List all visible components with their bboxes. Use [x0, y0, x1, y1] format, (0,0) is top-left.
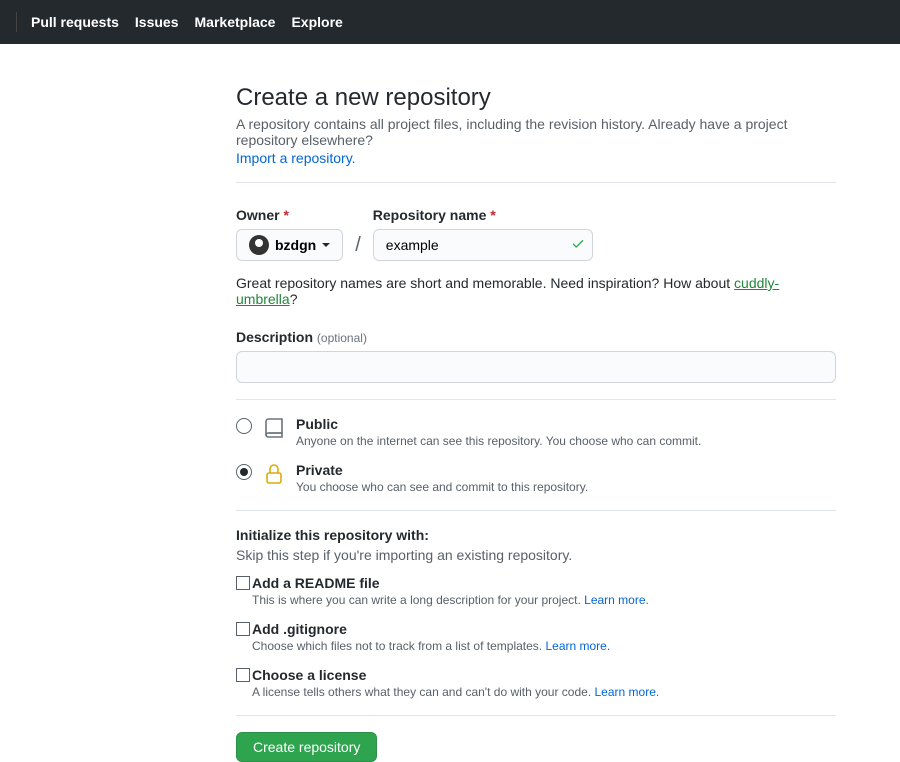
description-label-text: Description	[236, 329, 313, 345]
gitignore-label[interactable]: Add .gitignore	[252, 621, 347, 637]
name-hint: Great repository names are short and mem…	[236, 275, 836, 307]
owner-field: Owner * bzdgn	[236, 207, 343, 261]
gitignore-desc: Choose which files not to track from a l…	[252, 639, 836, 653]
avatar	[249, 235, 269, 255]
page-title: Create a new repository	[236, 84, 836, 112]
radio-private[interactable]	[236, 464, 252, 480]
nav-marketplace[interactable]: Marketplace	[195, 14, 276, 30]
license-desc: A license tells others what they can and…	[252, 685, 836, 699]
page-subtitle: A repository contains all project files,…	[236, 116, 836, 148]
gitignore-row: Add .gitignore Choose which files not to…	[236, 621, 836, 653]
license-desc-text: A license tells others what they can and…	[252, 685, 595, 699]
public-desc: Anyone on the internet can see this repo…	[296, 434, 701, 448]
readme-checkbox[interactable]	[236, 576, 250, 590]
repo-icon	[262, 416, 286, 440]
init-title: Initialize this repository with:	[236, 527, 836, 543]
divider	[236, 182, 836, 183]
required-star: *	[490, 207, 495, 223]
nav-pull-requests[interactable]: Pull requests	[31, 14, 119, 30]
description-label: Description (optional)	[236, 329, 836, 345]
public-title: Public	[296, 416, 701, 432]
owner-dropdown[interactable]: bzdgn	[236, 229, 343, 261]
description-input[interactable]	[236, 351, 836, 383]
private-title: Private	[296, 462, 588, 478]
license-row: Choose a license A license tells others …	[236, 667, 836, 699]
nav-explore[interactable]: Explore	[291, 14, 342, 30]
nav-issues[interactable]: Issues	[135, 14, 179, 30]
private-text: Private You choose who can see and commi…	[296, 462, 588, 494]
license-label[interactable]: Choose a license	[252, 667, 366, 683]
license-checkbox[interactable]	[236, 668, 250, 682]
owner-name: bzdgn	[275, 237, 316, 253]
visibility-public-row[interactable]: Public Anyone on the internet can see th…	[236, 416, 836, 448]
hint-prefix: Great repository names are short and mem…	[236, 275, 734, 291]
repo-name-label-text: Repository name	[373, 207, 487, 223]
public-text: Public Anyone on the internet can see th…	[296, 416, 701, 448]
divider	[236, 715, 836, 716]
hint-q: ?	[290, 291, 298, 307]
main-content: Create a new repository A repository con…	[228, 84, 844, 762]
readme-label[interactable]: Add a README file	[252, 575, 380, 591]
repo-name-input[interactable]	[373, 229, 593, 261]
lock-icon	[262, 462, 286, 486]
init-subtitle: Skip this step if you're importing an ex…	[236, 547, 836, 563]
repo-name-label: Repository name *	[373, 207, 593, 223]
nav-separator	[16, 12, 17, 32]
import-repository-link[interactable]: Import a repository.	[236, 150, 356, 166]
divider	[236, 510, 836, 511]
owner-label-text: Owner	[236, 207, 280, 223]
license-learn-more-link[interactable]: Learn more.	[595, 685, 660, 699]
chevron-down-icon	[322, 243, 330, 247]
gitignore-desc-text: Choose which files not to track from a l…	[252, 639, 545, 653]
repo-name-field: Repository name *	[373, 207, 593, 261]
subtitle-text: A repository contains all project files,…	[236, 116, 787, 148]
readme-row: Add a README file This is where you can …	[236, 575, 836, 607]
private-desc: You choose who can see and commit to thi…	[296, 480, 588, 494]
owner-repo-row: Owner * bzdgn / Repository name *	[236, 207, 836, 261]
readme-desc: This is where you can write a long descr…	[252, 593, 836, 607]
gitignore-checkbox[interactable]	[236, 622, 250, 636]
divider	[236, 399, 836, 400]
readme-learn-more-link[interactable]: Learn more.	[584, 593, 649, 607]
top-nav: Pull requests Issues Marketplace Explore	[0, 0, 900, 44]
optional-text: (optional)	[317, 331, 367, 345]
create-repository-button[interactable]: Create repository	[236, 732, 377, 762]
radio-public[interactable]	[236, 418, 252, 434]
slash-separator: /	[351, 234, 365, 261]
required-star: *	[283, 207, 288, 223]
visibility-private-row[interactable]: Private You choose who can see and commi…	[236, 462, 836, 494]
owner-label: Owner *	[236, 207, 343, 223]
check-icon	[571, 237, 585, 254]
repo-name-input-wrap	[373, 229, 593, 261]
readme-desc-text: This is where you can write a long descr…	[252, 593, 584, 607]
gitignore-learn-more-link[interactable]: Learn more.	[545, 639, 610, 653]
